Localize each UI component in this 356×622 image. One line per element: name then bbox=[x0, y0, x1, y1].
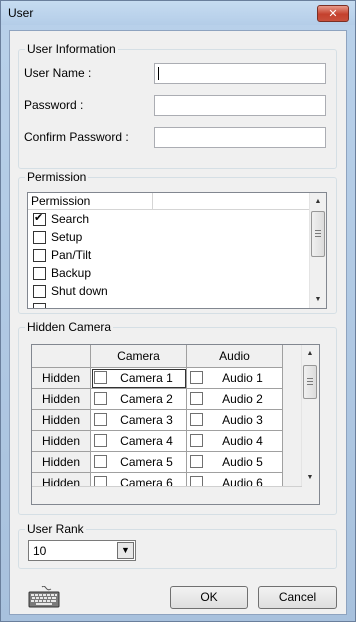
hidden-camera-legend: Hidden Camera bbox=[25, 320, 114, 334]
partial-checkbox bbox=[33, 303, 46, 308]
audio-cell-label: Audio 4 bbox=[222, 434, 263, 448]
setup-checkbox[interactable] bbox=[33, 231, 46, 244]
password-input[interactable] bbox=[154, 95, 326, 116]
audio-cell[interactable]: Audio 5 bbox=[187, 452, 283, 473]
row-header[interactable]: Hidden bbox=[32, 410, 91, 431]
camera-cell-label: Camera 2 bbox=[120, 392, 173, 406]
user-information-group: User Information User Name : Password : … bbox=[18, 42, 337, 169]
user-rank-select[interactable]: 10 ▼ bbox=[28, 540, 136, 561]
cancel-button[interactable]: Cancel bbox=[258, 586, 337, 609]
grid-corner-header bbox=[32, 345, 91, 368]
permission-scrollbar[interactable]: ▲ ▼ bbox=[309, 193, 326, 308]
title-bar[interactable]: User ✕ bbox=[1, 1, 355, 25]
row-header[interactable]: Hidden bbox=[32, 452, 91, 473]
camera-checkbox[interactable] bbox=[94, 413, 107, 426]
user-information-legend: User Information bbox=[25, 42, 118, 56]
audio-checkbox[interactable] bbox=[190, 434, 203, 447]
user-rank-legend: User Rank bbox=[25, 522, 86, 536]
confirm-password-input[interactable] bbox=[154, 127, 326, 148]
user-dialog: User ✕ User Information User Name : Pass… bbox=[0, 0, 356, 622]
camera-cell-label: Camera 4 bbox=[120, 434, 173, 448]
user-rank-group: User Rank 10 ▼ bbox=[18, 522, 337, 569]
camera-checkbox[interactable] bbox=[94, 455, 107, 468]
grid-horizontal-scrollbar[interactable] bbox=[32, 486, 302, 504]
camera-cell-label: Camera 5 bbox=[120, 455, 173, 469]
permission-header-filler bbox=[153, 193, 309, 210]
scroll-up-icon[interactable]: ▲ bbox=[310, 193, 326, 210]
camera-cell[interactable]: Camera 1 bbox=[91, 368, 187, 389]
confirm-password-label: Confirm Password : bbox=[24, 130, 129, 144]
close-icon: ✕ bbox=[328, 7, 338, 20]
permission-group: Permission Permission ✔ Search Setup Pan… bbox=[18, 170, 337, 314]
audio-checkbox[interactable] bbox=[190, 455, 203, 468]
camera-checkbox[interactable] bbox=[94, 371, 107, 384]
checkmark-icon: ✔ bbox=[34, 211, 44, 224]
scroll-down-icon[interactable]: ▼ bbox=[310, 291, 326, 308]
audio-cell-label: Audio 2 bbox=[222, 392, 263, 406]
search-checkbox[interactable]: ✔ bbox=[33, 211, 46, 226]
password-label: Password : bbox=[24, 98, 84, 112]
chevron-down-icon[interactable]: ▼ bbox=[117, 542, 134, 559]
permission-item-label: Search bbox=[51, 212, 90, 226]
user-rank-value: 10 bbox=[33, 544, 47, 558]
audio-checkbox[interactable] bbox=[190, 392, 203, 405]
shut-down-checkbox[interactable] bbox=[33, 285, 46, 298]
backup-checkbox[interactable] bbox=[33, 267, 46, 280]
hidden-camera-grid[interactable]: Camera Audio Hidden Camera 1 Audio 1 Hid… bbox=[31, 344, 320, 505]
dialog-body: User Information User Name : Password : … bbox=[9, 30, 347, 615]
row-header[interactable]: Hidden bbox=[32, 431, 91, 452]
user-name-input[interactable] bbox=[154, 63, 326, 84]
permission-column-header[interactable]: Permission bbox=[28, 193, 153, 210]
audio-cell-label: Audio 1 bbox=[222, 371, 263, 385]
permission-item-label: Setup bbox=[51, 230, 83, 244]
audio-cell-label: Audio 3 bbox=[222, 413, 263, 427]
camera-checkbox[interactable] bbox=[94, 434, 107, 447]
audio-column-header[interactable]: Audio bbox=[187, 345, 283, 368]
pan-tilt-checkbox[interactable] bbox=[33, 249, 46, 262]
camera-cell[interactable]: Camera 3 bbox=[91, 410, 187, 431]
camera-cell-label: Camera 1 bbox=[120, 371, 173, 385]
audio-cell[interactable]: Audio 1 bbox=[187, 368, 283, 389]
audio-cell[interactable]: Audio 4 bbox=[187, 431, 283, 452]
hidden-camera-group: Hidden Camera Camera Audio Hidden Camera… bbox=[18, 320, 337, 515]
row-header[interactable]: Hidden bbox=[32, 389, 91, 410]
scroll-thumb[interactable] bbox=[303, 365, 317, 399]
close-button[interactable]: ✕ bbox=[317, 5, 349, 22]
audio-cell[interactable]: Audio 3 bbox=[187, 410, 283, 431]
row-header[interactable]: Hidden bbox=[32, 368, 91, 389]
camera-cell[interactable]: Camera 2 bbox=[91, 389, 187, 410]
camera-cell[interactable]: Camera 4 bbox=[91, 431, 187, 452]
ok-button[interactable]: OK bbox=[170, 586, 248, 609]
hidden-camera-scrollbar[interactable]: ▲ ▼ bbox=[301, 345, 319, 486]
audio-checkbox[interactable] bbox=[190, 413, 203, 426]
permission-legend: Permission bbox=[25, 170, 89, 184]
camera-cell[interactable]: Camera 5 bbox=[91, 452, 187, 473]
scroll-up-icon[interactable]: ▲ bbox=[302, 345, 318, 362]
audio-cell[interactable]: Audio 2 bbox=[187, 389, 283, 410]
permission-item-label: Shut down bbox=[51, 284, 108, 298]
camera-cell-label: Camera 3 bbox=[120, 413, 173, 427]
camera-checkbox[interactable] bbox=[94, 392, 107, 405]
permission-item-label: Pan/Tilt bbox=[51, 248, 92, 262]
audio-cell-label: Audio 5 bbox=[222, 455, 263, 469]
camera-column-header[interactable]: Camera bbox=[91, 345, 187, 368]
permission-list[interactable]: Permission ✔ Search Setup Pan/Tilt Backu… bbox=[27, 192, 327, 309]
scroll-down-icon[interactable]: ▼ bbox=[302, 469, 318, 486]
user-name-label: User Name : bbox=[24, 66, 92, 80]
audio-checkbox[interactable] bbox=[190, 371, 203, 384]
scroll-thumb[interactable] bbox=[311, 211, 325, 257]
keyboard-icon[interactable] bbox=[28, 585, 60, 608]
window-title: User bbox=[8, 6, 34, 20]
permission-item-label: Backup bbox=[51, 266, 92, 280]
